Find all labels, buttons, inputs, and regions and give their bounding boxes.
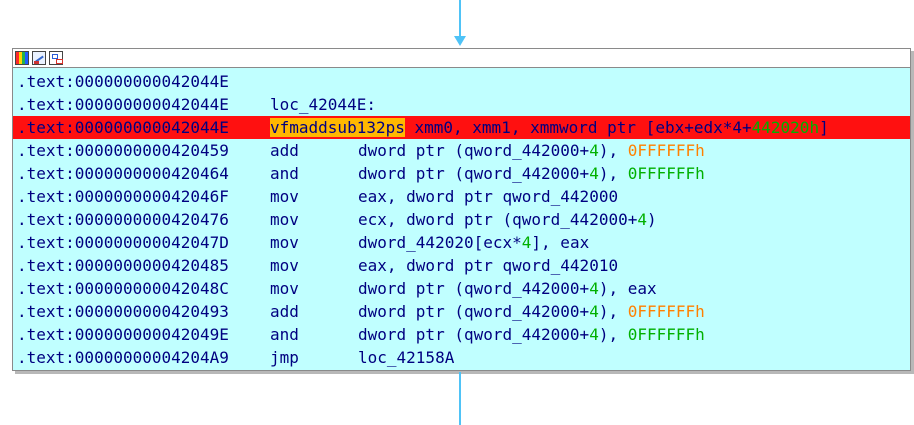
edge-arrow-icon — [454, 36, 466, 46]
line-address: .text:000000000042044E — [17, 118, 229, 137]
instruction-operands[interactable]: eax, dword ptr qword_442010 — [358, 256, 618, 275]
instruction-mnemonic[interactable]: mov — [270, 185, 358, 208]
disasm-line[interactable]: .text:000000000042044E loc_42044E: — [13, 93, 910, 116]
instruction-operands[interactable]: ecx, dword ptr (qword_442000+4) — [358, 210, 657, 229]
color-palette-icon[interactable] — [15, 51, 29, 65]
line-address: .text:00000000004204A9 — [17, 348, 229, 367]
operand-text: ), — [598, 164, 628, 183]
disassembly-listing[interactable]: .text:000000000042044E .text:000000000042… — [13, 68, 910, 369]
instruction-operands[interactable]: eax, dword ptr qword_442000 — [358, 187, 618, 206]
instruction-mnemonic[interactable]: add — [270, 300, 358, 323]
line-address: .text:0000000000420476 — [17, 210, 229, 229]
operand-number: 4 — [521, 233, 532, 252]
instruction-mnemonic[interactable]: and — [270, 323, 358, 346]
code-label[interactable]: loc_42044E: — [270, 95, 376, 114]
disasm-line[interactable]: .text:000000000042044E vfmaddsub132ps xmm… — [13, 116, 910, 139]
operand-number: 4 — [589, 302, 599, 321]
operand-number: 0FFFFFFh — [627, 164, 705, 183]
disasm-line[interactable]: .text:0000000000420476 mov ecx, dword ptr … — [13, 208, 910, 231]
graph-view-icon[interactable] — [49, 51, 63, 65]
instruction-mnemonic[interactable]: jmp — [270, 346, 358, 369]
line-address: .text:000000000042049E — [17, 325, 229, 344]
operand-text: ) — [647, 210, 657, 229]
operand-text: ecx, dword ptr (qword_442000+ — [358, 210, 638, 229]
operand-number: 0FFFFFFh — [627, 141, 705, 160]
disasm-line[interactable]: .text:000000000042046F mov eax, dword ptr … — [13, 185, 910, 208]
operand-text: dword ptr (qword_442000+ — [358, 302, 590, 321]
disasm-line[interactable]: .text:000000000042047D mov dword_442020[ec… — [13, 231, 910, 254]
line-address: .text:000000000042047D — [17, 233, 229, 252]
operand-number: 0FFFFFFh — [627, 302, 705, 321]
instruction-operands[interactable]: dword ptr (qword_442000+4), 0FFFFFFh — [358, 302, 705, 321]
instruction-mnemonic[interactable]: add — [270, 139, 358, 162]
instruction-operands[interactable]: dword ptr (qword_442000+4), 0FFFFFFh — [358, 325, 705, 344]
instruction-operands[interactable]: dword ptr (qword_442000+4), eax — [358, 279, 657, 298]
operand-text: dword ptr (qword_442000+ — [358, 164, 590, 183]
operand-number: 4 — [589, 164, 599, 183]
instruction-mnemonic[interactable]: mov — [270, 277, 358, 300]
operand-text: xmm0, xmm1, xmmword ptr [ebx+edx*4+ — [404, 118, 752, 137]
instruction-mnemonic[interactable]: mov — [270, 231, 358, 254]
operand-text: ], eax — [531, 233, 590, 252]
line-address: .text:0000000000420464 — [17, 164, 229, 183]
instruction-operands[interactable]: xmm0, xmm1, xmmword ptr [ebx+edx*4+44202… — [404, 118, 829, 137]
operand-number: 4 — [589, 279, 599, 298]
disasm-line[interactable]: .text:000000000042049E and dword ptr (qwor… — [13, 323, 910, 346]
instruction-mnemonic[interactable]: and — [270, 162, 358, 185]
operand-text: ), — [598, 141, 628, 160]
disasm-line[interactable]: .text:0000000000420493 add dword ptr (qwor… — [13, 300, 910, 323]
operand-text: ), — [598, 325, 628, 344]
disasm-line[interactable]: .text:000000000042048C mov dword ptr (qwor… — [13, 277, 910, 300]
operand-text: dword ptr (qword_442000+ — [358, 325, 590, 344]
node-titlebar — [13, 49, 910, 68]
line-address: .text:0000000000420459 — [17, 141, 229, 160]
edit-node-icon[interactable] — [32, 51, 46, 65]
disasm-line[interactable]: .text:000000000042044E — [13, 70, 910, 93]
instruction-mnemonic[interactable]: vfmaddsub132ps — [270, 118, 405, 137]
operand-text: eax, dword ptr qword_442010 — [358, 256, 619, 275]
outgoing-edge — [459, 372, 461, 425]
line-address: .text:000000000042044E — [17, 95, 229, 114]
line-address: .text:0000000000420485 — [17, 256, 229, 275]
instruction-operands[interactable]: dword_442020[ecx*4], eax — [358, 233, 589, 252]
disasm-line[interactable]: .text:0000000000420464 and dword ptr (qwor… — [13, 162, 910, 185]
line-address: .text:000000000042048C — [17, 279, 229, 298]
disasm-line[interactable]: .text:0000000000420459 add dword ptr (qwor… — [13, 139, 910, 162]
operand-text: dword ptr (qword_442000+ — [358, 141, 590, 160]
operand-text: dword ptr (qword_442000+ — [358, 279, 590, 298]
incoming-edge — [459, 0, 461, 38]
operand-number: 0FFFFFFh — [627, 325, 705, 344]
instruction-operands[interactable]: dword ptr (qword_442000+4), 0FFFFFFh — [358, 164, 705, 183]
disasm-line[interactable]: .text:0000000000420485 mov eax, dword ptr … — [13, 254, 910, 277]
line-address: .text:000000000042046F — [17, 187, 229, 206]
operand-number: 4 — [637, 210, 647, 229]
operand-text: dword_442020[ecx* — [358, 233, 522, 252]
operand-number: 4 — [589, 325, 599, 344]
instruction-mnemonic[interactable]: mov — [270, 254, 358, 277]
operand-text: ] — [819, 118, 829, 137]
instruction-mnemonic[interactable]: mov — [270, 208, 358, 231]
operand-number: 442020h — [751, 118, 820, 137]
line-address: .text:0000000000420493 — [17, 302, 229, 321]
instruction-operands[interactable]: loc_42158A — [358, 348, 454, 367]
operand-text: eax, dword ptr qword_442000 — [358, 187, 619, 206]
line-address: .text:000000000042044E — [17, 72, 229, 91]
operand-text: loc_42158A — [358, 348, 455, 367]
instruction-operands[interactable]: dword ptr (qword_442000+4), 0FFFFFFh — [358, 141, 705, 160]
disasm-line[interactable]: .text:00000000004204A9 jmp loc_42158A — [13, 346, 910, 369]
operand-text: ), — [598, 302, 628, 321]
graph-node[interactable]: .text:000000000042044E .text:000000000042… — [12, 48, 911, 371]
operand-number: 4 — [589, 141, 599, 160]
operand-text: ), eax — [598, 279, 657, 298]
